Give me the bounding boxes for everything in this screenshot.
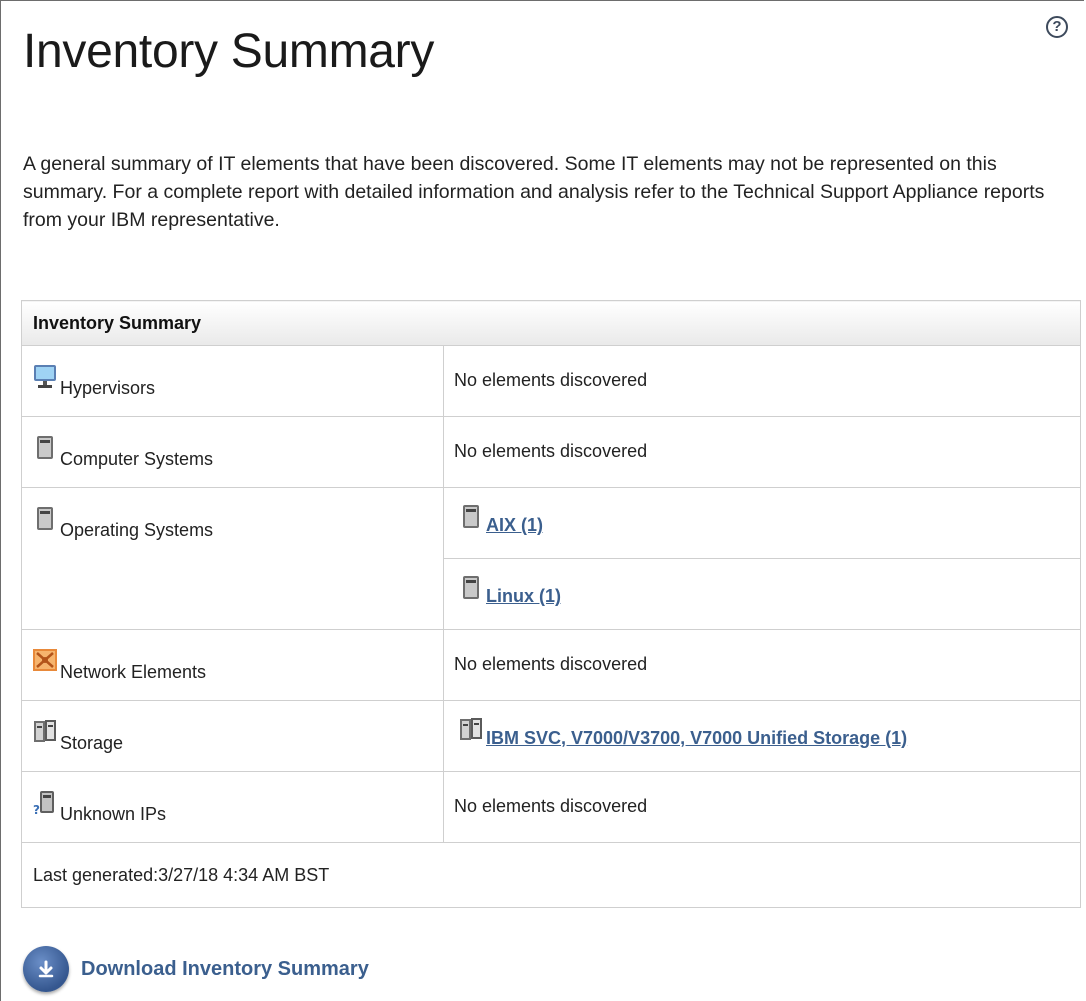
storage-icon [32,719,58,745]
storage-icon [458,717,484,743]
table-row-operating-systems: Operating Systems AIX (1) [21,487,1081,630]
download-inventory-summary-button[interactable]: Download Inventory Summary [23,946,369,992]
storage-link[interactable]: IBM SVC, V7000/V3700, V7000 Unified Stor… [486,728,907,749]
aix-link[interactable]: AIX (1) [486,515,543,536]
help-icon[interactable]: ? [1046,16,1068,38]
row-value: No elements discovered [454,370,648,390]
table-header: Inventory Summary [21,300,1081,346]
row-value: No elements discovered [454,441,648,461]
row-label: Unknown IPs [60,804,167,824]
inventory-summary-table: Inventory Summary Hypervisors No element… [21,300,1081,908]
table-row-network-elements: Network Elements No elements discovered [21,629,1081,701]
server-icon [32,435,58,461]
monitor-icon [32,364,58,390]
page-description: A general summary of IT elements that ha… [23,153,1045,231]
server-icon [32,506,58,532]
table-row-storage: Storage IBM SVC, V7000/V3700, V7000 Unif… [21,700,1081,772]
row-label: Storage [60,733,124,753]
download-icon[interactable] [23,946,69,992]
network-icon [32,648,58,674]
table-row-computer-systems: Computer Systems No elements discovered [21,416,1081,488]
svg-text:?: ? [33,803,40,816]
unknown-device-icon: ? [32,790,58,817]
last-generated-text: Last generated:3/27/18 4:34 AM BST [21,842,1081,908]
linux-link[interactable]: Linux (1) [486,586,561,607]
table-row-hypervisors: Hypervisors No elements discovered [21,345,1081,417]
row-label: Hypervisors [60,378,156,398]
table-row-unknown-ips: ? Unknown IPs No elements discovered [21,771,1081,843]
row-label: Network Elements [60,662,207,682]
row-value: No elements discovered [454,796,648,816]
row-value: No elements discovered [454,654,648,674]
server-icon [458,504,484,530]
server-icon [458,575,484,601]
download-label[interactable]: Download Inventory Summary [81,958,369,981]
table-footer-row: Last generated:3/27/18 4:34 AM BST [21,842,1081,908]
page-title: Inventory Summary [23,25,435,78]
row-label: Computer Systems [60,449,214,469]
row-label: Operating Systems [60,520,214,540]
